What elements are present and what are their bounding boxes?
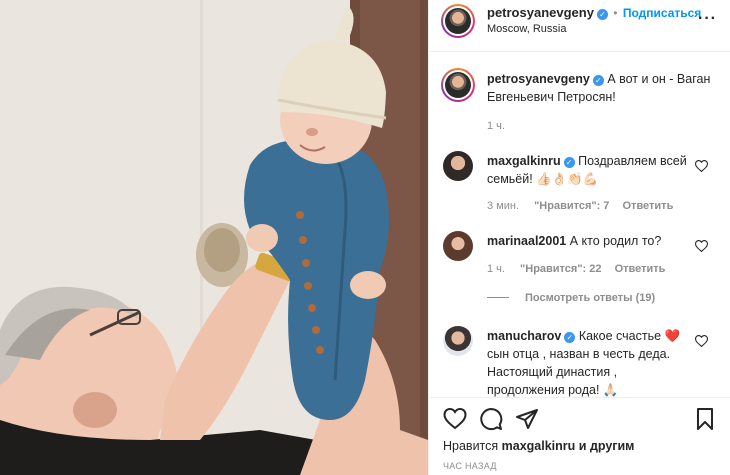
post-actions: Нравится maxgalkinru и другим час назад [429,397,730,475]
view-replies-label[interactable]: Посмотреть ответы (19) [525,292,655,304]
post-location[interactable]: Moscow, Russia [487,23,566,35]
caption-username[interactable]: petrosyanevgeny [487,72,590,86]
comment-1-reply-button[interactable]: Ответить [623,200,674,212]
comment-3-text: manucharov ✓ Какое счастье ❤️сын отца , н… [487,327,697,399]
comment-2-likes[interactable]: "Нравится": 22 [520,263,601,275]
post-header: petrosyanevgeny ✓ • Подписаться Moscow, R… [429,0,730,52]
caption-time[interactable]: 1 ч. [487,120,505,132]
comment-3-like-icon[interactable] [695,335,708,347]
instagram-post-modal: petrosyanevgeny ✓ • Подписаться Moscow, R… [0,0,730,475]
post-photo[interactable] [0,0,428,475]
header-title-row: petrosyanevgeny ✓ • Подписаться [487,5,701,20]
caption-author-avatar[interactable] [441,68,475,102]
liked-by: Нравится maxgalkinru и другим [443,439,634,453]
comment-2-reply-button[interactable]: Ответить [615,263,666,275]
comment-1-meta: 3 мин. "Нравится": 7 Ответить [487,200,673,212]
author-username[interactable]: petrosyanevgeny [487,5,594,20]
comment-2-text: marinaal2001 А кто родил то? [487,232,697,250]
paper-plane-icon[interactable] [515,407,539,431]
heart-outline-icon[interactable] [443,407,467,431]
follow-button[interactable]: Подписаться [623,6,701,20]
comment-1-username[interactable]: maxgalkinru [487,154,561,168]
post-side-panel: petrosyanevgeny ✓ • Подписаться Moscow, R… [428,0,730,475]
comment-1-like-icon[interactable] [695,160,708,172]
header-separator: • [613,6,618,20]
commenter-avatar[interactable] [443,326,473,356]
comment-1-likes[interactable]: "Нравится": 7 [534,200,609,212]
comment-1-time[interactable]: 3 мин. [487,200,519,212]
comment-3-username[interactable]: manucharov [487,329,561,343]
comment-bubble-icon[interactable] [479,407,503,431]
comment-1-text: maxgalkinru ✓ Поздравляем всей семьёй! 👍🏻… [487,152,697,188]
more-dots-icon[interactable]: ··· [698,11,717,27]
comment-2-time[interactable]: 1 ч. [487,263,505,275]
comment-2-like-icon[interactable] [695,240,708,252]
verified-badge-icon: ✓ [563,157,575,168]
commenter-avatar[interactable] [443,231,473,261]
caption-text-block: petrosyanevgeny ✓ А вот и он - Ваган Евге… [487,70,715,106]
comment-2-username[interactable]: marinaal2001 [487,234,566,248]
author-avatar[interactable] [441,4,475,38]
liked-by-user[interactable]: maxgalkinru [502,439,576,453]
liked-by-suffix[interactable]: и другим [579,439,635,453]
view-replies-button[interactable]: Посмотреть ответы (19) [487,292,655,304]
verified-badge-icon: ✓ [596,9,608,20]
commenter-avatar[interactable] [443,151,473,181]
bookmark-icon[interactable] [693,407,717,431]
liked-by-prefix: Нравится [443,439,499,453]
post-timestamp[interactable]: час назад [443,461,497,471]
verified-badge-icon: ✓ [564,332,576,343]
view-replies-line [487,297,509,298]
comment-2-meta: 1 ч. "Нравится": 22 Ответить [487,263,665,275]
verified-badge-icon: ✓ [592,75,604,86]
photo-illustration [0,0,428,475]
comment-2-body: А кто родил то? [569,234,662,248]
